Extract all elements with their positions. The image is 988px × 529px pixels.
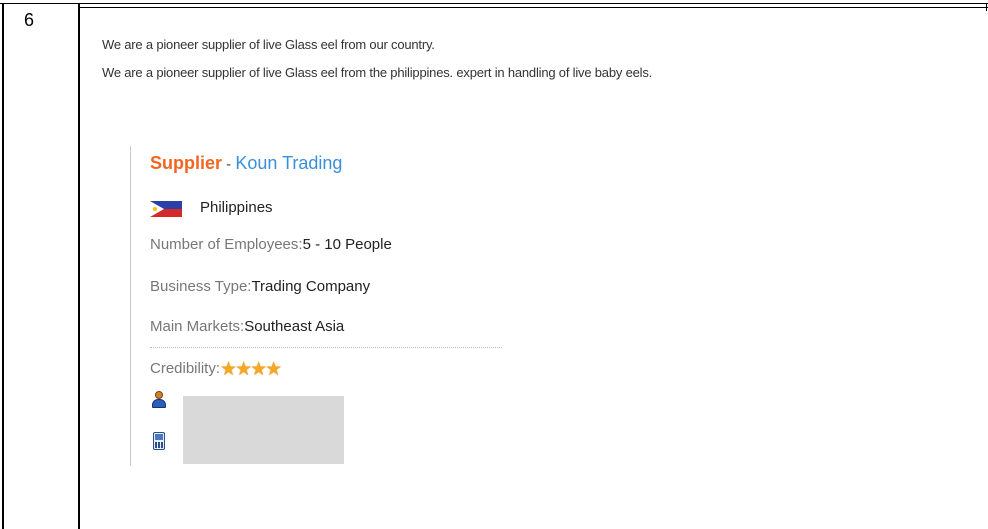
supplier-label: Supplier: [150, 153, 223, 173]
star-icon: ★: [265, 359, 283, 380]
document-page: 6 We are a pioneer supplier of live Glas…: [0, 0, 988, 529]
business-type-label: Business Type:: [150, 278, 252, 295]
supplier-name-link[interactable]: Koun Trading: [235, 153, 342, 173]
business-type-value: Trading Company: [251, 278, 371, 295]
supplier-card: Supplier - Koun Trading Philippines Numb…: [130, 146, 511, 466]
credibility-label: Credibility:: [150, 360, 221, 377]
main-markets-value: Southeast Asia: [244, 318, 345, 335]
supplier-description: We are a pioneer supplier of live Glass …: [102, 31, 962, 87]
main-markets-row: Main Markets:Southeast Asia: [150, 318, 344, 335]
supplier-separator: -: [222, 156, 236, 173]
table-inner-border: [78, 7, 988, 8]
philippines-flag-icon: [150, 201, 182, 217]
table-right-border-stub: [986, 3, 987, 11]
info-divider: [150, 347, 502, 348]
employees-value: 5 - 10 People: [302, 236, 392, 253]
supplier-heading: Supplier - Koun Trading: [150, 153, 342, 174]
redacted-contact-info: [183, 396, 344, 464]
table-top-border: [0, 3, 988, 4]
country-name: Philippines: [200, 199, 273, 216]
table-column-divider: [78, 3, 80, 529]
table-left-border: [2, 3, 4, 529]
employees-row: Number of Employees:5 - 10 People: [150, 236, 392, 253]
credibility-row: Credibility:★★★★: [150, 359, 283, 380]
main-markets-label: Main Markets:: [150, 318, 245, 335]
credibility-stars: ★★★★: [220, 359, 283, 380]
description-line-2: We are a pioneer supplier of live Glass …: [102, 65, 653, 80]
business-type-row: Business Type:Trading Company: [150, 278, 370, 295]
person-icon: [152, 391, 166, 409]
row-number: 6: [24, 10, 35, 30]
employees-label: Number of Employees:: [150, 236, 303, 253]
description-line-1: We are a pioneer supplier of live Glass …: [102, 37, 435, 52]
mobile-phone-icon: [152, 432, 166, 450]
